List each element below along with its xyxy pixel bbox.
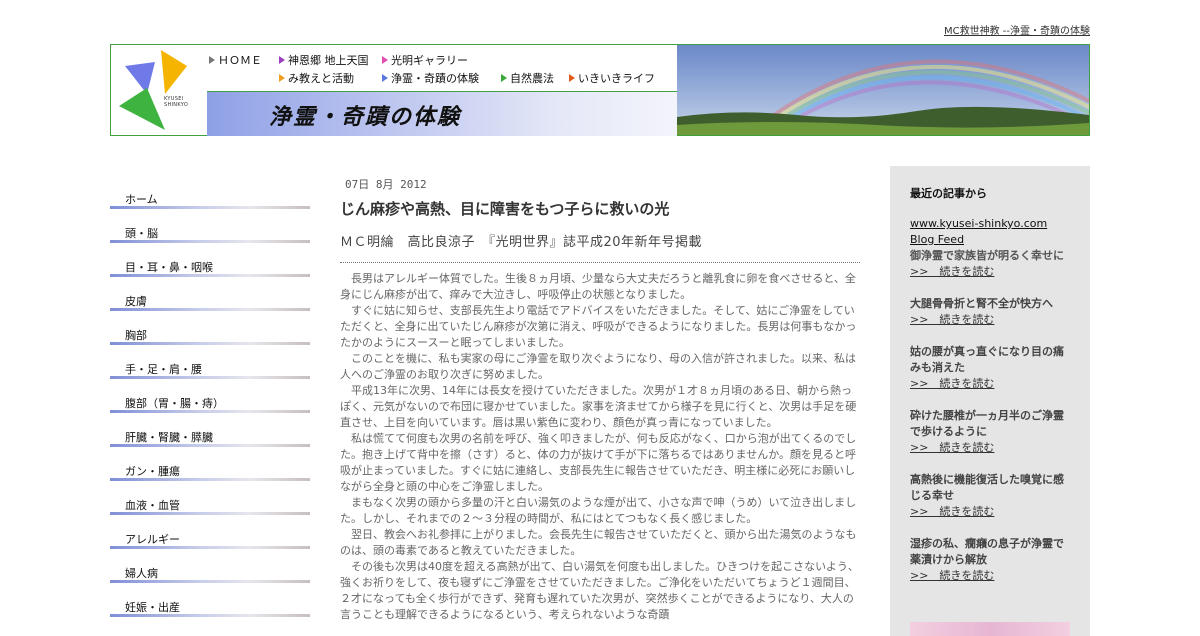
nav-gallery[interactable]: 光明ギャラリー xyxy=(382,52,468,68)
nav-arrow-icon xyxy=(382,74,388,82)
read-more-link[interactable]: >> 続きを読む xyxy=(910,504,1070,520)
sidebar-item-blood[interactable]: 血液・血管 xyxy=(110,494,310,528)
post-paragraph: 平成13年に次男、14年には長女を授けていただきました。次男が１才８ヵ月頃のある… xyxy=(340,384,857,429)
sidebar-item-limbs[interactable]: 手・足・肩・腰 xyxy=(110,358,310,392)
recent-article: 大腿骨骨折と腎不全が快方へ >> 続きを読む xyxy=(910,296,1070,328)
post-paragraph: 私は慌てて何度も次男の名前を呼び、強く叩きましたが、何も反応がなく、口から泡が出… xyxy=(340,432,857,493)
rainbow-landscape-image xyxy=(677,45,1089,135)
blog-feed-link[interactable]: Blog Feed xyxy=(910,232,1070,248)
sidebar-item-head[interactable]: 頭・脳 xyxy=(110,222,310,256)
read-more-link[interactable]: >> 続きを読む xyxy=(910,440,1070,456)
recent-posts-sidebar: 最近の記事から www.kyusei-shinkyo.com Blog Feed… xyxy=(890,166,1090,636)
read-more-link[interactable]: >> 続きを読む xyxy=(910,312,1070,328)
post-paragraph: すぐに姑に知らせ、支部長先生より電話でアドバイスをいただきました。そして、姑にご… xyxy=(340,304,857,349)
sidebar-item-allergy[interactable]: アレルギー xyxy=(110,528,310,562)
recent-article-title[interactable]: 大腿骨骨折と腎不全が快方へ xyxy=(910,296,1070,312)
recent-article: 姑の腰が真っ直ぐになり目の痛みも消えた >> 続きを読む xyxy=(910,344,1070,392)
post-paragraph: 長男はアレルギー体質でした。生後８ヵ月頃、少量なら大丈夫だろうと離乳食に卵を食べ… xyxy=(340,272,856,301)
nav-arrow-icon xyxy=(569,74,575,82)
post-paragraph: このことを機に、私も実家の母にご浄霊を取り次ぐようになり、母の入信が許されました… xyxy=(340,352,857,381)
sidebar-item-abdomen[interactable]: 腹部（胃・腸・痔） xyxy=(110,392,310,426)
post-date: 07日 8月 2012 xyxy=(345,178,427,191)
site-home-link[interactable]: www.kyusei-shinkyo.com xyxy=(910,216,1070,232)
post-title[interactable]: じん麻疹や高熱、目に障害をもつ子らに救いの光 xyxy=(340,198,860,219)
banner-title: 浄霊・奇蹟の体験 xyxy=(269,104,462,130)
post-byline: ＭＣ明綸 高比良涼子 『光明世界』誌平成20年新年号掲載 xyxy=(340,235,703,250)
read-more-link[interactable]: >> 続きを読む xyxy=(910,264,1070,280)
post-paragraph: まもなく次男の頭から多量の汗と白い湯気のような煙が出て、小さな声で呻（うめ）いて… xyxy=(340,496,857,525)
recent-article-title[interactable]: 御浄霊で家族皆が明るく幸せに xyxy=(910,248,1070,264)
post-divider xyxy=(340,262,860,263)
nav-arrow-icon xyxy=(382,56,388,64)
sidebar-item-home[interactable]: ホーム xyxy=(110,188,310,222)
read-more-link[interactable]: >> 続きを読む xyxy=(910,376,1070,392)
recent-article: 高熱後に機能復活した嗅覚に感じる幸せ >> 続きを読む xyxy=(910,472,1070,520)
nav-teachings[interactable]: み教えと活動 xyxy=(279,70,354,86)
site-header: KYUSEI SHINKYO ＨＯＭＥ 神恩郷 地上天国 光明ギャラリー み教えと… xyxy=(110,44,1090,136)
recent-article-title[interactable]: 姑の腰が真っ直ぐになり目の痛みも消えた xyxy=(910,344,1070,376)
recent-article-title[interactable]: 湿疹の私、癇癪の息子が浄霊で薬漬けから解放 xyxy=(910,536,1070,568)
nav-arrow-icon xyxy=(279,74,285,82)
nav-lively-life[interactable]: いきいきライフ xyxy=(569,70,655,86)
nav-natural-farming[interactable]: 自然農法 xyxy=(501,70,554,86)
post-paragraph: その後も次男は40度を超える高熱が出て、白い湯気を何度も出しました。ひきつけを起… xyxy=(340,560,859,621)
nav-jorei-experience[interactable]: 浄霊・奇蹟の体験 xyxy=(382,70,479,86)
sidebar-item-liver-kidney[interactable]: 肝臓・腎臓・膵臓 xyxy=(110,426,310,460)
recent-article-title[interactable]: 砕けた腰椎が一ヵ月半のご浄霊で歩けるように xyxy=(910,408,1070,440)
nav-arrow-icon xyxy=(279,56,285,64)
sidebar-item-womens[interactable]: 婦人病 xyxy=(110,562,310,596)
recent-article: 湿疹の私、癇癪の息子が浄霊で薬漬けから解放 >> 続きを読む xyxy=(910,536,1070,584)
nav-arrow-icon xyxy=(501,74,507,82)
recent-article: 砕けた腰椎が一ヵ月半のご浄霊で歩けるように >> 続きを読む xyxy=(910,408,1070,456)
top-breadcrumb-link[interactable]: MC救世神教 --浄霊・奇蹟の体験 xyxy=(944,22,1090,37)
recent-article: 御浄霊で家族皆が明るく幸せに >> 続きを読む xyxy=(910,248,1070,280)
kyusei-shinkyo-logo[interactable] xyxy=(117,48,203,134)
banner-thumbnail[interactable] xyxy=(910,622,1070,636)
sidebar-item-cancer[interactable]: ガン・腫瘍 xyxy=(110,460,310,494)
recent-posts-heading: 最近の記事から xyxy=(910,187,987,200)
read-more-link[interactable]: >> 続きを読む xyxy=(910,568,1070,584)
sidebar-item-eye-ear-nose[interactable]: 目・耳・鼻・咽喉 xyxy=(110,256,310,290)
post-body: 長男はアレルギー体質でした。生後８ヵ月頃、少量なら大丈夫だろうと離乳食に卵を食べ… xyxy=(340,271,860,623)
sidebar-item-skin[interactable]: 皮膚 xyxy=(110,290,310,324)
main-nav: ＨＯＭＥ 神恩郷 地上天国 光明ギャラリー み教えと活動 浄霊・奇蹟の体験 自然… xyxy=(207,49,677,91)
banner-title-area: 浄霊・奇蹟の体験 xyxy=(207,91,677,136)
sidebar-item-chest[interactable]: 胸部 xyxy=(110,324,310,358)
sidebar-item-pregnancy[interactable]: 妊娠・出産 xyxy=(110,596,310,630)
post-paragraph: 翌日、教会へお礼参拝に上がりました。会長先生に報告させていただくと、頭から出た湯… xyxy=(340,528,857,557)
category-sidebar: ホーム 頭・脳 目・耳・鼻・咽喉 皮膚 胸部 手・足・肩・腰 腹部（胃・腸・痔）… xyxy=(110,188,310,630)
article: 07日 8月 2012 じん麻疹や高熱、目に障害をもつ子らに救いの光 ＭＣ明綸 … xyxy=(340,176,860,623)
logo-text: KYUSEI SHINKYO xyxy=(164,96,189,108)
nav-shinonkyo[interactable]: 神恩郷 地上天国 xyxy=(279,52,369,68)
nav-home[interactable]: ＨＯＭＥ xyxy=(209,52,262,68)
recent-article-title[interactable]: 高熱後に機能復活した嗅覚に感じる幸せ xyxy=(910,472,1070,504)
nav-arrow-icon xyxy=(209,56,215,64)
